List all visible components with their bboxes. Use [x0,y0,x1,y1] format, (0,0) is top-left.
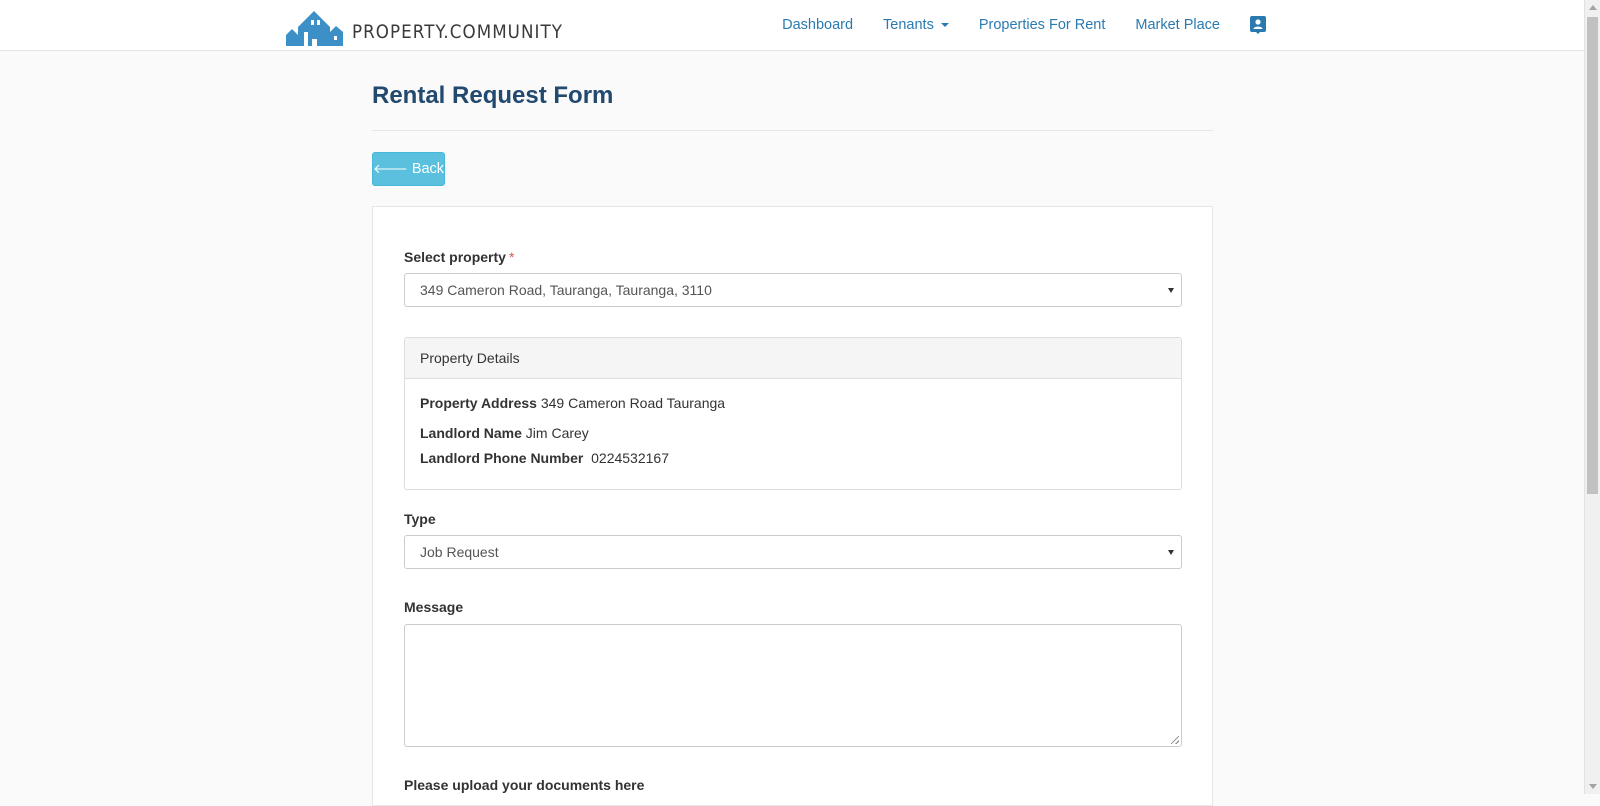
nav-dashboard-label: Dashboard [782,17,854,33]
landlord-phone-label: Landlord Phone Number [420,450,584,466]
main-nav: Dashboard Tenants Properties For Rent Ma… [752,0,1266,50]
scroll-down-icon[interactable] [1589,784,1597,789]
upload-label: Please upload your documents here [404,777,645,793]
type-select[interactable]: Job Request [404,535,1182,569]
title-divider [372,130,1213,131]
required-mark: * [508,249,515,265]
arrow-left-icon: 🡐 [372,161,408,176]
top-navbar: PROPERTY.COMMUNITY Dashboard Tenants Pro… [0,0,1584,51]
property-address-row: Property Address 349 Cameron Road Tauran… [420,395,725,411]
landlord-phone-row: Landlord Phone Number 0224532167 [420,450,669,466]
scroll-up-icon[interactable] [1589,5,1597,10]
scrollbar-thumb[interactable] [1587,17,1598,494]
property-address-value: 349 Cameron Road Tauranga [540,395,726,411]
brand-name: PROPERTY.COMMUNITY [352,21,564,43]
contact-card-icon[interactable] [1250,16,1266,34]
property-select-label: Select property * [404,249,514,265]
nav-properties-label: Properties For Rent [978,17,1106,33]
message-textarea[interactable] [404,624,1182,747]
property-details-panel: Property Details Property Address 349 Ca… [404,337,1182,490]
select-arrow-icon [1168,550,1174,555]
landlord-name-value: Jim Carey [525,425,589,441]
page-scrollbar[interactable] [1584,0,1600,794]
rental-request-form: Select property * 349 Cameron Road, Taura… [372,206,1213,806]
select-arrow-icon [1168,288,1174,293]
page-title: Rental Request Form [372,82,614,109]
nav-properties-for-rent[interactable]: Properties For Rent [979,17,1106,33]
property-details-heading: Property Details [405,338,1181,379]
nav-tenants-label: Tenants [883,17,934,33]
landlord-name-row: Landlord Name Jim Carey [420,425,589,441]
property-select[interactable]: 349 Cameron Road, Tauranga, Tauranga, 31… [404,273,1182,307]
message-label: Message [404,599,464,615]
nav-market-label: Market Place [1135,17,1220,33]
type-label: Type [404,511,436,527]
back-button-label: Back [411,161,445,177]
property-address-label: Property Address [420,395,537,411]
houses-logo-icon [286,11,343,46]
back-button[interactable]: 🡐 Back [372,152,445,186]
property-label-text: Select property [404,249,506,265]
brand-logo[interactable]: PROPERTY.COMMUNITY [286,4,592,46]
property-select-value: 349 Cameron Road, Tauranga, Tauranga, 31… [420,282,712,298]
landlord-phone-value: 0224532167 [591,450,669,466]
caret-down-icon [940,23,949,27]
nav-dashboard[interactable]: Dashboard [782,17,853,33]
nav-tenants-dropdown[interactable]: Tenants [883,17,949,33]
resize-grip-icon[interactable] [1171,736,1179,744]
nav-market-place[interactable]: Market Place [1135,17,1220,33]
type-select-value: Job Request [420,544,499,560]
landlord-name-label: Landlord Name [420,425,522,441]
